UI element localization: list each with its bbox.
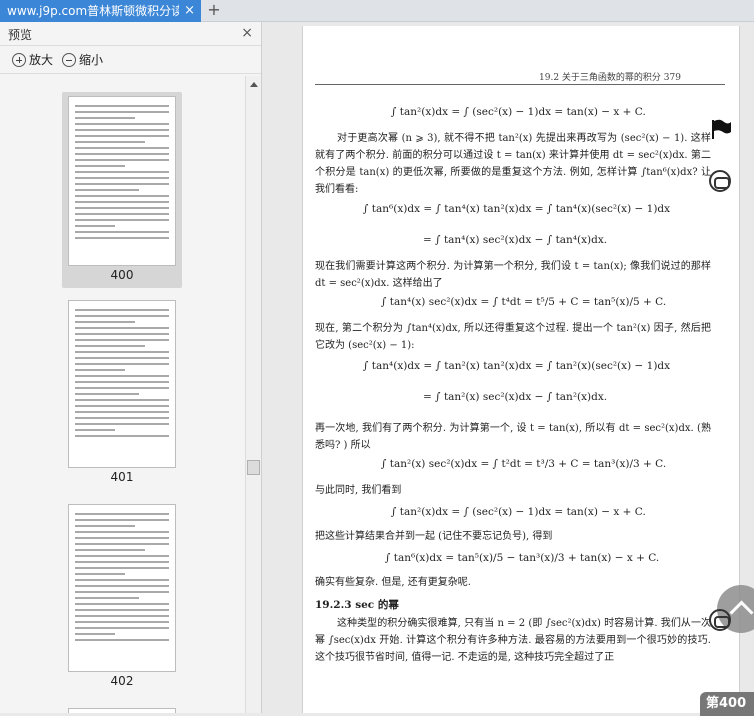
tab-bar: www.j9p.com普林斯顿微积分读 × + <box>0 0 754 22</box>
flag-icon[interactable] <box>710 118 732 140</box>
thumbnail-page-400[interactable]: 400 <box>62 92 182 288</box>
thumbnail-page-number: 402 <box>110 674 134 688</box>
equation: ∫ tan²(x)dx = ∫ (sec²(x) − 1)dx = tan(x)… <box>391 506 646 518</box>
copy-icon[interactable] <box>709 609 731 631</box>
paragraph: 把这些计算结果合并到一起 (记住不要忘记负号), 得到 <box>315 531 553 542</box>
thumbnail-list: 400 401 402 <box>0 76 245 713</box>
paragraph: 这种类型的积分确实很难算, 只有当 n = 2 (即 ∫sec²(x)dx) 时… <box>315 618 711 663</box>
equation: ∫ tan⁶(x)dx = tan⁵(x)/5 − tan³(x)/3 + ta… <box>385 552 660 564</box>
document-tab[interactable]: www.j9p.com普林斯顿微积分读 × <box>0 0 201 22</box>
thumbnail-image <box>68 708 176 713</box>
paragraph: 确实有些复杂. 但是, 还有更复杂呢. <box>315 577 471 588</box>
section-heading: 19.2.3 sec 的幂 <box>315 599 399 611</box>
new-tab-button[interactable]: + <box>206 0 222 20</box>
equation: = ∫ tan²(x) sec²(x)dx − ∫ tan²(x)dx. <box>423 391 608 403</box>
paragraph: 与此同时, 我们看到 <box>315 485 402 496</box>
equation: ∫ tan⁴(x) sec²(x)dx = ∫ t⁴dt = t⁵/5 + C … <box>381 296 667 308</box>
zoom-in-label: 放大 <box>29 53 54 67</box>
thumbnail-page-number: 400 <box>110 268 134 282</box>
tab-close-icon[interactable]: × <box>184 0 195 22</box>
paragraph: 再一次地, 我们有了两个积分. 为计算第一个, 设 t = tan(x), 所以… <box>315 423 711 451</box>
sidebar-title: 预览 <box>8 28 33 42</box>
scroll-up-icon[interactable] <box>250 82 258 87</box>
equation: = ∫ tan⁴(x) sec²(x)dx − ∫ tan⁴(x)dx. <box>423 234 608 246</box>
running-header: 19.2 关于三角函数的幂的积分 379 <box>539 73 681 83</box>
equation: ∫ tan⁴(x)dx = ∫ tan²(x) tan²(x)dx = ∫ ta… <box>363 360 671 372</box>
sidebar-header: 预览 × <box>0 22 261 46</box>
zoom-out-icon <box>62 52 76 67</box>
thumbnail-image <box>68 504 176 672</box>
thumbnail-page-next[interactable] <box>62 704 182 713</box>
zoom-toolbar: 放大 缩小 <box>0 46 261 74</box>
preview-sidebar: 预览 × 放大 缩小 400 401 402 <box>0 22 262 713</box>
thumbnail-image <box>68 96 176 266</box>
thumbnail-page-401[interactable]: 401 <box>62 296 182 486</box>
zoom-in-icon <box>12 52 26 67</box>
equation: ∫ tan⁶(x)dx = ∫ tan⁴(x) tan²(x)dx = ∫ ta… <box>363 203 671 215</box>
zoom-out-button[interactable]: 缩小 <box>62 51 103 68</box>
thumbnail-page-402[interactable]: 402 <box>62 500 182 700</box>
sidebar-scrollbar[interactable] <box>245 76 261 713</box>
sidebar-close-icon[interactable]: × <box>241 25 253 41</box>
page-indicator: 第400 <box>700 692 754 716</box>
paragraph: 对于更高次幂 (n ⩾ 3), 就不得不把 tan²(x) 先提出来再改写为 (… <box>315 133 711 195</box>
copy-icon[interactable] <box>709 170 731 192</box>
zoom-out-label: 缩小 <box>79 53 104 67</box>
equation: ∫ tan²(x) sec²(x)dx = ∫ t²dt = t³/3 + C … <box>381 458 667 470</box>
tab-title: www.j9p.com普林斯顿微积分读 <box>7 4 179 18</box>
scrollbar-thumb[interactable] <box>247 460 260 475</box>
paragraph: 现在, 第二个积分为 ∫tan⁴(x)dx, 所以还得重复这个过程. 提出一个 … <box>315 323 711 351</box>
thumbnail-image <box>68 300 176 468</box>
header-rule <box>315 84 725 85</box>
zoom-in-button[interactable]: 放大 <box>12 51 53 68</box>
paragraph: 现在我们需要计算这两个积分. 为计算第一个积分, 我们设 t = tan(x);… <box>315 261 711 289</box>
equation: ∫ tan²(x)dx = ∫ (sec²(x) − 1)dx = tan(x)… <box>391 106 646 118</box>
document-page: 19.2 关于三角函数的幂的积分 379 ∫ tan²(x)dx = ∫ (se… <box>302 26 740 713</box>
thumbnail-page-number: 401 <box>110 470 134 484</box>
